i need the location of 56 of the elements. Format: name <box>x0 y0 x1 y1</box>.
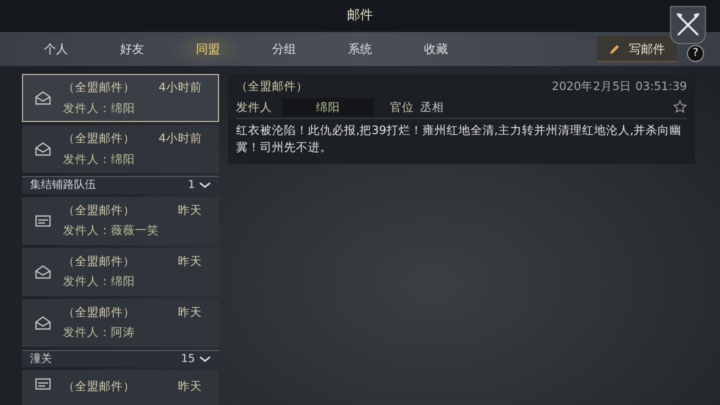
mail-item[interactable]: （全盟邮件） 4小时前 发件人：绵阳 <box>22 125 219 173</box>
group-label: 潼关 <box>30 350 52 366</box>
mail-item[interactable]: （全盟邮件） 昨天 <box>22 370 219 405</box>
mail-item[interactable]: （全盟邮件） 昨天 发件人：阿涛 <box>22 298 219 346</box>
mail-sender: 发件人：绵阳 <box>63 150 136 168</box>
rank-label: 官位 <box>390 98 414 116</box>
compose-button[interactable]: 写邮件 <box>597 36 677 62</box>
mail-item[interactable]: （全盟邮件） 昨天 发件人：绵阳 <box>22 248 219 296</box>
crossed-swords-icon <box>675 12 701 38</box>
close-button[interactable] <box>670 6 706 44</box>
mail-title: （全盟邮件） <box>63 202 135 219</box>
letter-icon <box>35 378 51 390</box>
mail-item[interactable]: （全盟邮件） 4小时前 发件人：绵阳 <box>22 74 219 122</box>
sender-field: 绵阳 <box>282 98 374 116</box>
mail-sender: 发件人：薇薇一笑 <box>63 222 160 239</box>
mail-title: （全盟邮件） <box>63 79 135 96</box>
envelope-icon <box>35 316 51 330</box>
chevron-down-icon <box>199 356 211 362</box>
tab[interactable]: 分组 <box>246 32 322 66</box>
message-date: 2020年2月5日 03:51:39 <box>552 78 687 95</box>
tab[interactable]: 收藏 <box>398 32 474 66</box>
envelope-icon <box>35 142 51 156</box>
tab[interactable]: 个人 <box>18 32 94 66</box>
tab[interactable]: 系统 <box>322 32 398 66</box>
mail-sender: 发件人：绵阳 <box>63 273 136 290</box>
mail-sender: 发件人：绵阳 <box>63 100 136 116</box>
mail-time: 昨天 <box>178 252 202 270</box>
rank-value: 丞相 <box>420 98 444 116</box>
mail-time: 昨天 <box>178 202 202 219</box>
mail-time: 4小时前 <box>158 130 202 148</box>
group-header[interactable]: 集结铺路队伍 1 <box>22 176 219 194</box>
tab[interactable]: 好友 <box>94 32 170 66</box>
mail-title: （全盟邮件） <box>63 378 135 395</box>
envelope-icon <box>35 91 51 105</box>
envelope-icon <box>35 264 51 278</box>
group-header[interactable]: 潼关 15 <box>22 350 219 367</box>
letter-icon <box>35 214 51 226</box>
sender-label: 发件人 <box>236 98 273 116</box>
help-button[interactable]: ? <box>687 44 704 62</box>
mail-title: （全盟邮件） <box>63 252 135 270</box>
group-count: 1 <box>188 177 195 193</box>
star-icon[interactable] <box>673 100 687 114</box>
mail-title: （全盟邮件） <box>63 130 135 148</box>
group-count: 15 <box>181 350 195 366</box>
message-body: 红衣被沦陷！此仇必报,把39打烂！雍州红地全清,主力转并州清理红地沦人,并杀向幽冀！司州先不进。 <box>236 122 683 156</box>
chevron-down-icon <box>199 182 211 188</box>
mail-sender: 发件人：阿涛 <box>63 324 136 341</box>
message-title: （全盟邮件） <box>236 78 308 95</box>
mail-time: 4小时前 <box>158 79 202 96</box>
mail-title: （全盟邮件） <box>63 304 135 321</box>
mail-time: 昨天 <box>178 378 202 395</box>
mail-time: 昨天 <box>178 304 202 321</box>
pencil-icon <box>609 42 621 54</box>
mail-item[interactable]: （全盟邮件） 昨天 发件人：薇薇一笑 <box>22 196 219 244</box>
window-title: 邮件 <box>347 7 373 26</box>
group-label: 集结铺路队伍 <box>30 177 96 193</box>
